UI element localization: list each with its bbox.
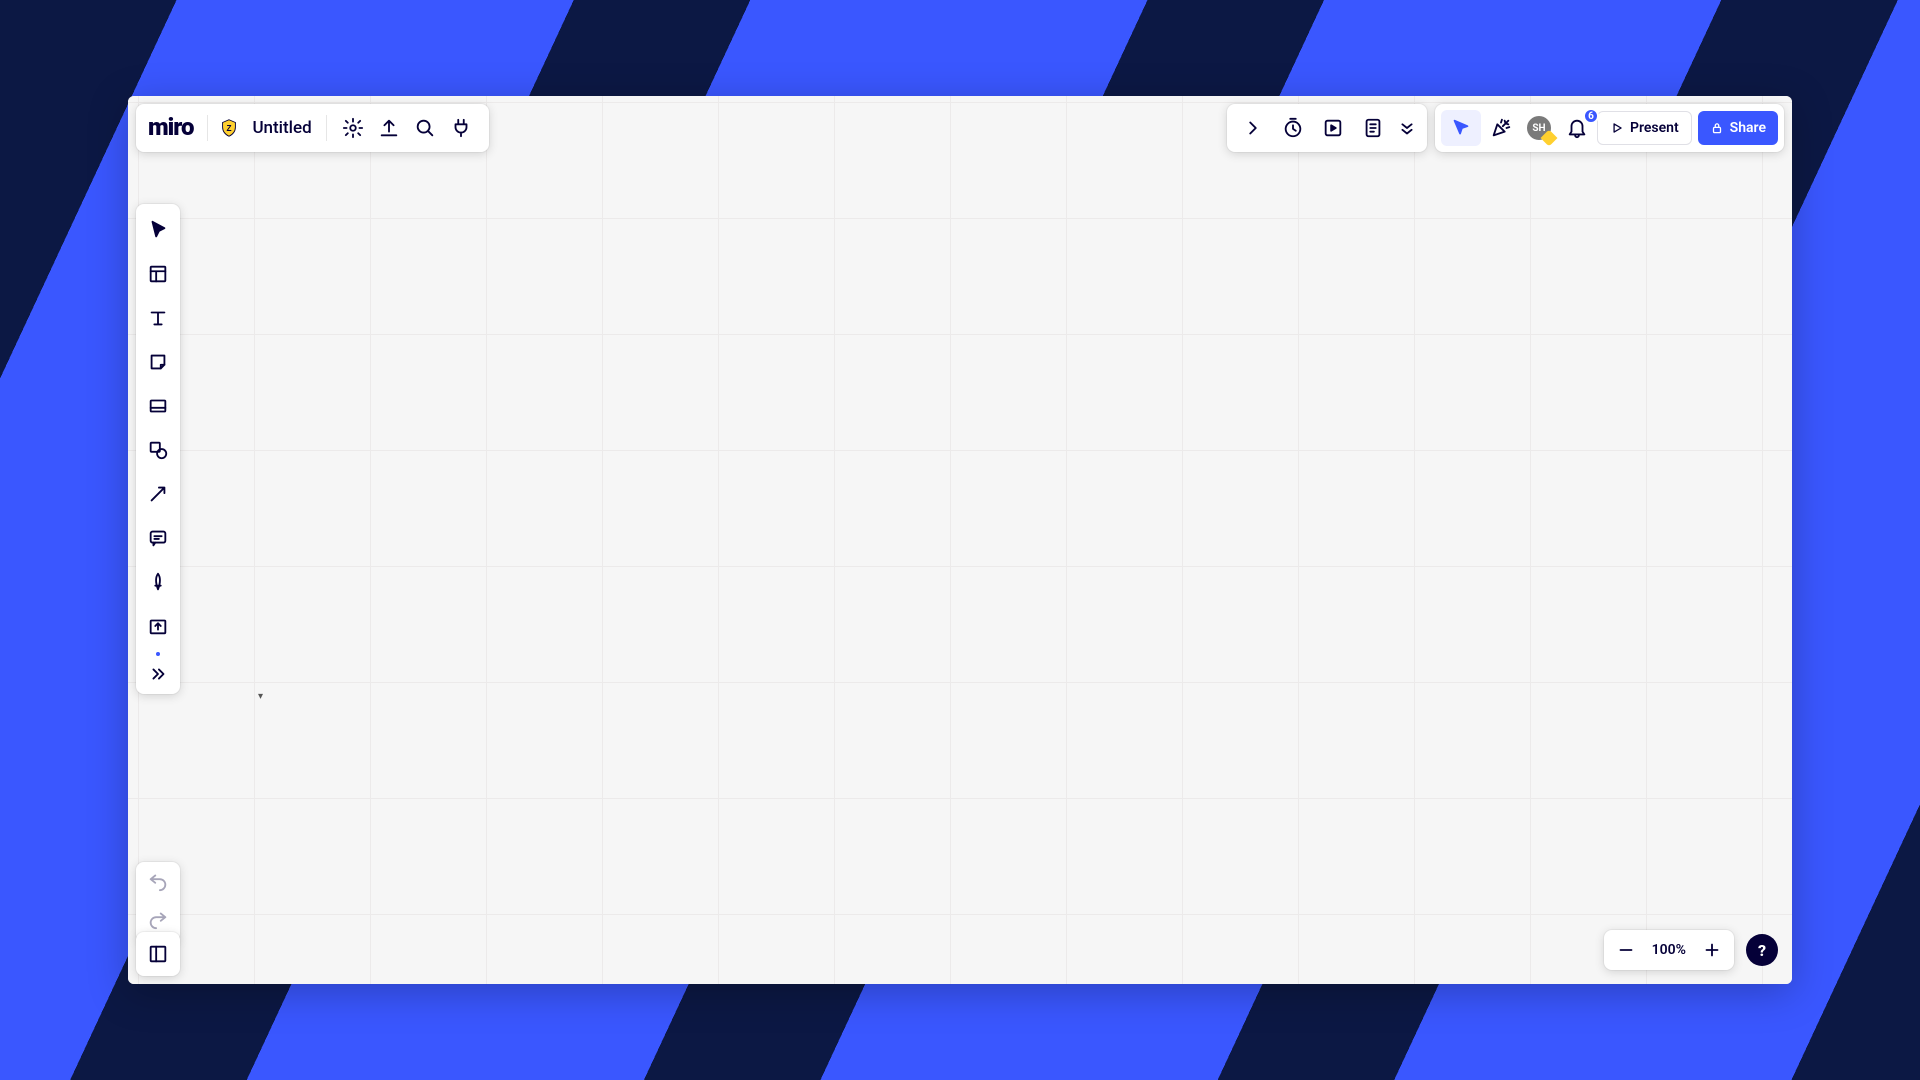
tool-select[interactable] — [138, 210, 178, 250]
templates-icon — [147, 263, 169, 285]
zoom-out-button[interactable] — [1608, 932, 1644, 968]
frame-icon — [147, 395, 169, 417]
view-controls-panel — [1227, 104, 1427, 152]
canvas[interactable] — [128, 96, 1792, 984]
more-apps-button[interactable] — [1393, 110, 1421, 146]
settings-button[interactable] — [335, 110, 371, 146]
plan-shield-icon[interactable]: Z — [218, 117, 240, 139]
bottom-right-controls: 100% ? — [1604, 930, 1778, 970]
plug-icon — [450, 117, 472, 139]
search-icon — [414, 117, 436, 139]
share-label: Share — [1730, 120, 1766, 136]
comment-icon — [147, 527, 169, 549]
double-chevron-right-icon — [147, 663, 169, 685]
panels-icon — [147, 943, 169, 965]
redo-button[interactable] — [147, 908, 169, 934]
pointer-icon — [147, 219, 169, 241]
export-button[interactable] — [371, 110, 407, 146]
tool-comment[interactable] — [138, 518, 178, 558]
zoom-in-button[interactable] — [1694, 932, 1730, 968]
undo-button[interactable] — [147, 870, 169, 896]
user-avatar[interactable]: SH — [1525, 114, 1553, 142]
notification-badge: 6 — [1583, 108, 1599, 124]
text-icon — [147, 307, 169, 329]
tool-templates[interactable] — [138, 254, 178, 294]
app-window: ▾ miro Z Untitled — [128, 96, 1792, 984]
voting-button[interactable] — [1313, 110, 1353, 146]
tool-shapes[interactable] — [138, 430, 178, 470]
panel-expand-button[interactable] — [1233, 110, 1273, 146]
left-toolbar — [136, 204, 180, 694]
miro-logo[interactable]: miro — [146, 113, 199, 143]
tool-text[interactable] — [138, 298, 178, 338]
collab-panel: SH 6 Present Share — [1435, 104, 1784, 152]
zoom-level[interactable]: 100% — [1646, 942, 1692, 958]
celebrate-icon — [1490, 117, 1512, 139]
timer-button[interactable] — [1273, 110, 1313, 146]
notifications-button[interactable]: 6 — [1557, 110, 1597, 146]
minus-icon — [1615, 939, 1637, 961]
timer-icon — [1282, 117, 1304, 139]
canvas-artifact: ▾ — [258, 691, 263, 702]
divider — [326, 115, 327, 141]
tool-sticky[interactable] — [138, 342, 178, 382]
notes-button[interactable] — [1353, 110, 1393, 146]
search-button[interactable] — [407, 110, 443, 146]
pen-icon — [147, 571, 169, 593]
topright-cluster: SH 6 Present Share — [1227, 104, 1784, 152]
undo-redo-panel — [136, 862, 180, 942]
share-button[interactable]: Share — [1698, 111, 1778, 145]
integrations-button[interactable] — [443, 110, 479, 146]
shapes-icon — [147, 439, 169, 461]
reactions-button[interactable] — [1481, 110, 1521, 146]
toolbar-indicator-dot — [156, 652, 160, 656]
upload-frame-icon — [147, 615, 169, 637]
header-bar: miro Z Untitled — [136, 104, 489, 152]
redo-icon — [147, 908, 169, 930]
tool-frame[interactable] — [138, 386, 178, 426]
present-button[interactable]: Present — [1597, 111, 1692, 145]
svg-text:Z: Z — [227, 124, 232, 133]
tool-arrow[interactable] — [138, 474, 178, 514]
sticky-note-icon — [147, 351, 169, 373]
lock-icon — [1710, 121, 1724, 135]
cursor-arrow-icon — [1450, 117, 1472, 139]
play-icon — [1610, 121, 1624, 135]
arrow-icon — [147, 483, 169, 505]
present-label: Present — [1630, 120, 1679, 136]
divider — [207, 115, 208, 141]
help-button[interactable]: ? — [1746, 934, 1778, 966]
upload-icon — [378, 117, 400, 139]
undo-icon — [147, 870, 169, 892]
tool-pen[interactable] — [138, 562, 178, 602]
frames-panel-button[interactable] — [136, 932, 180, 976]
plus-icon — [1701, 939, 1723, 961]
chevron-right-icon — [1242, 117, 1264, 139]
zoom-controls: 100% — [1604, 930, 1734, 970]
cursor-tracking-button[interactable] — [1441, 110, 1481, 146]
present-square-icon — [1322, 117, 1344, 139]
gear-icon — [342, 117, 364, 139]
board-title[interactable]: Untitled — [246, 118, 317, 138]
tool-more[interactable] — [138, 660, 178, 688]
tool-upload[interactable] — [138, 606, 178, 646]
notes-icon — [1362, 117, 1384, 139]
double-chevron-down-icon — [1396, 117, 1418, 139]
